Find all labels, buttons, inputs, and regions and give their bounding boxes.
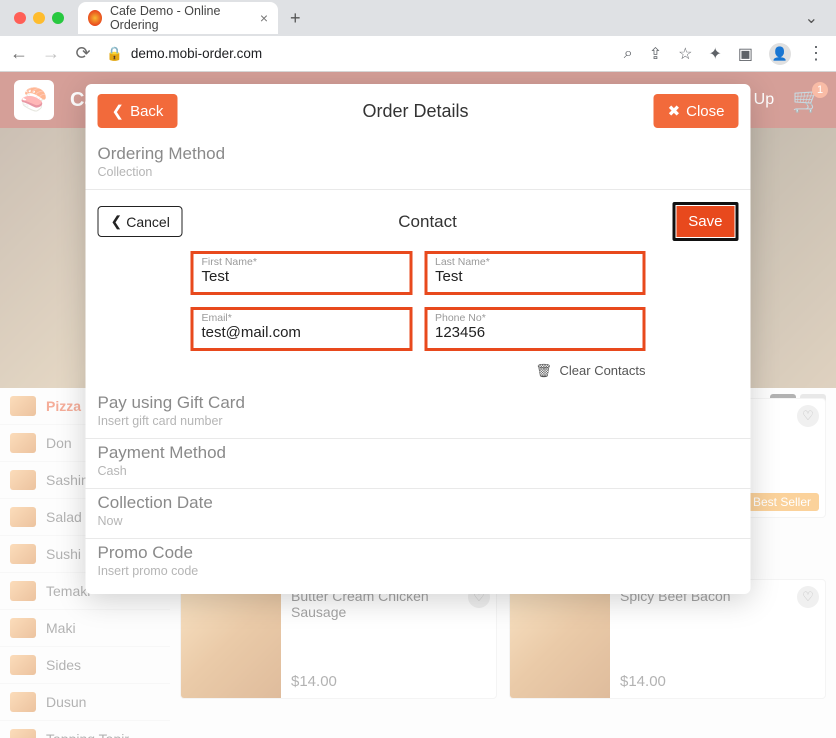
clear-contacts-row: 🗑 Clear Contacts [86, 359, 751, 389]
url-field[interactable]: 🔒 demo.mobi-order.com [106, 46, 610, 62]
cancel-button[interactable]: ❮ Cancel [98, 206, 183, 237]
email-field[interactable]: Email* [191, 307, 413, 351]
section-collection-date[interactable]: Collection Date Now [86, 489, 751, 539]
order-details-modal: ❮ Back Order Details ✖ Close Ordering Me… [86, 84, 751, 594]
minimize-window-icon[interactable] [33, 12, 45, 24]
nav-back-icon[interactable]: ← [10, 43, 28, 64]
menu-icon[interactable]: ⋮ [807, 43, 826, 64]
tab-close-icon[interactable]: × [260, 10, 268, 26]
chevron-left-icon: ❮ [112, 102, 125, 120]
save-highlight: Save [672, 202, 738, 241]
modal-title: Order Details [177, 101, 653, 122]
field-label: First Name* [202, 256, 402, 268]
chevron-left-icon: ❮ [111, 213, 123, 230]
section-sub: Insert promo code [98, 564, 739, 578]
browser-chrome: Cafe Demo - Online Ordering × + ⌄ ← → ⟳ … [0, 0, 836, 72]
last-name-input[interactable] [435, 268, 635, 285]
trash-icon[interactable]: 🗑 [535, 363, 552, 378]
profile-avatar[interactable]: 👤 [769, 43, 791, 65]
bookmark-icon[interactable]: ☆ [678, 44, 692, 64]
close-icon: ✖ [668, 102, 681, 120]
first-name-field[interactable]: First Name* [191, 251, 413, 295]
new-tab-button[interactable]: + [284, 8, 307, 29]
tab-strip: Cafe Demo - Online Ordering × + ⌄ [0, 0, 836, 36]
back-button[interactable]: ❮ Back [98, 94, 178, 128]
reload-icon[interactable]: ⟳ [74, 43, 92, 64]
contact-header: ❮ Cancel Contact Save [86, 190, 751, 251]
tabs-dropdown-icon[interactable]: ⌄ [795, 8, 828, 28]
email-input[interactable] [202, 324, 402, 341]
close-label: Close [686, 103, 724, 120]
field-label: Email* [202, 312, 402, 324]
section-gift-card[interactable]: Pay using Gift Card Insert gift card num… [86, 389, 751, 439]
close-window-icon[interactable] [14, 12, 26, 24]
lock-icon: 🔒 [106, 46, 123, 62]
section-sub: Cash [98, 464, 739, 478]
last-name-field[interactable]: Last Name* [424, 251, 646, 295]
clear-contacts-link[interactable]: Clear Contacts [560, 363, 646, 378]
tab-title: Cafe Demo - Online Ordering [110, 4, 252, 32]
section-title: Promo Code [98, 543, 739, 563]
field-label: Phone No* [435, 312, 635, 324]
address-bar: ← → ⟳ 🔒 demo.mobi-order.com ⌕ ⇪ ☆ ✦ ▣ 👤 … [0, 36, 836, 72]
key-icon[interactable]: ⌕ [624, 45, 633, 63]
save-button[interactable]: Save [676, 206, 734, 237]
phone-field[interactable]: Phone No* [424, 307, 646, 351]
browser-actions: ⌕ ⇪ ☆ ✦ ▣ 👤 ⋮ [624, 43, 826, 65]
section-promo-code[interactable]: Promo Code Insert promo code [86, 539, 751, 588]
maximize-window-icon[interactable] [52, 12, 64, 24]
cancel-label: Cancel [126, 214, 170, 230]
panel-icon[interactable]: ▣ [738, 44, 753, 64]
contact-title: Contact [183, 212, 672, 232]
contact-form: First Name* Last Name* Email* Phone No* [86, 251, 751, 359]
section-title: Ordering Method [98, 144, 739, 164]
favicon-icon [88, 10, 102, 26]
section-sub: Collection [98, 165, 739, 179]
page: 🍣 Ca gn Up 🛒1 Pizza Don Sashim Salad Sus… [0, 72, 836, 738]
share-icon[interactable]: ⇪ [649, 44, 662, 64]
section-ordering-method[interactable]: Ordering Method Collection [86, 140, 751, 190]
extensions-icon[interactable]: ✦ [708, 44, 721, 64]
url-text: demo.mobi-order.com [131, 46, 262, 61]
section-title: Pay using Gift Card [98, 393, 739, 413]
nav-forward-icon: → [42, 43, 60, 64]
section-sub: Now [98, 514, 739, 528]
section-title: Collection Date [98, 493, 739, 513]
browser-tab[interactable]: Cafe Demo - Online Ordering × [78, 2, 278, 34]
back-label: Back [130, 103, 163, 120]
field-label: Last Name* [435, 256, 635, 268]
close-button[interactable]: ✖ Close [654, 94, 739, 128]
section-payment-method[interactable]: Payment Method Cash [86, 439, 751, 489]
section-sub: Insert gift card number [98, 414, 739, 428]
first-name-input[interactable] [202, 268, 402, 285]
phone-input[interactable] [435, 324, 635, 341]
section-title: Payment Method [98, 443, 739, 463]
window-controls [8, 12, 72, 24]
